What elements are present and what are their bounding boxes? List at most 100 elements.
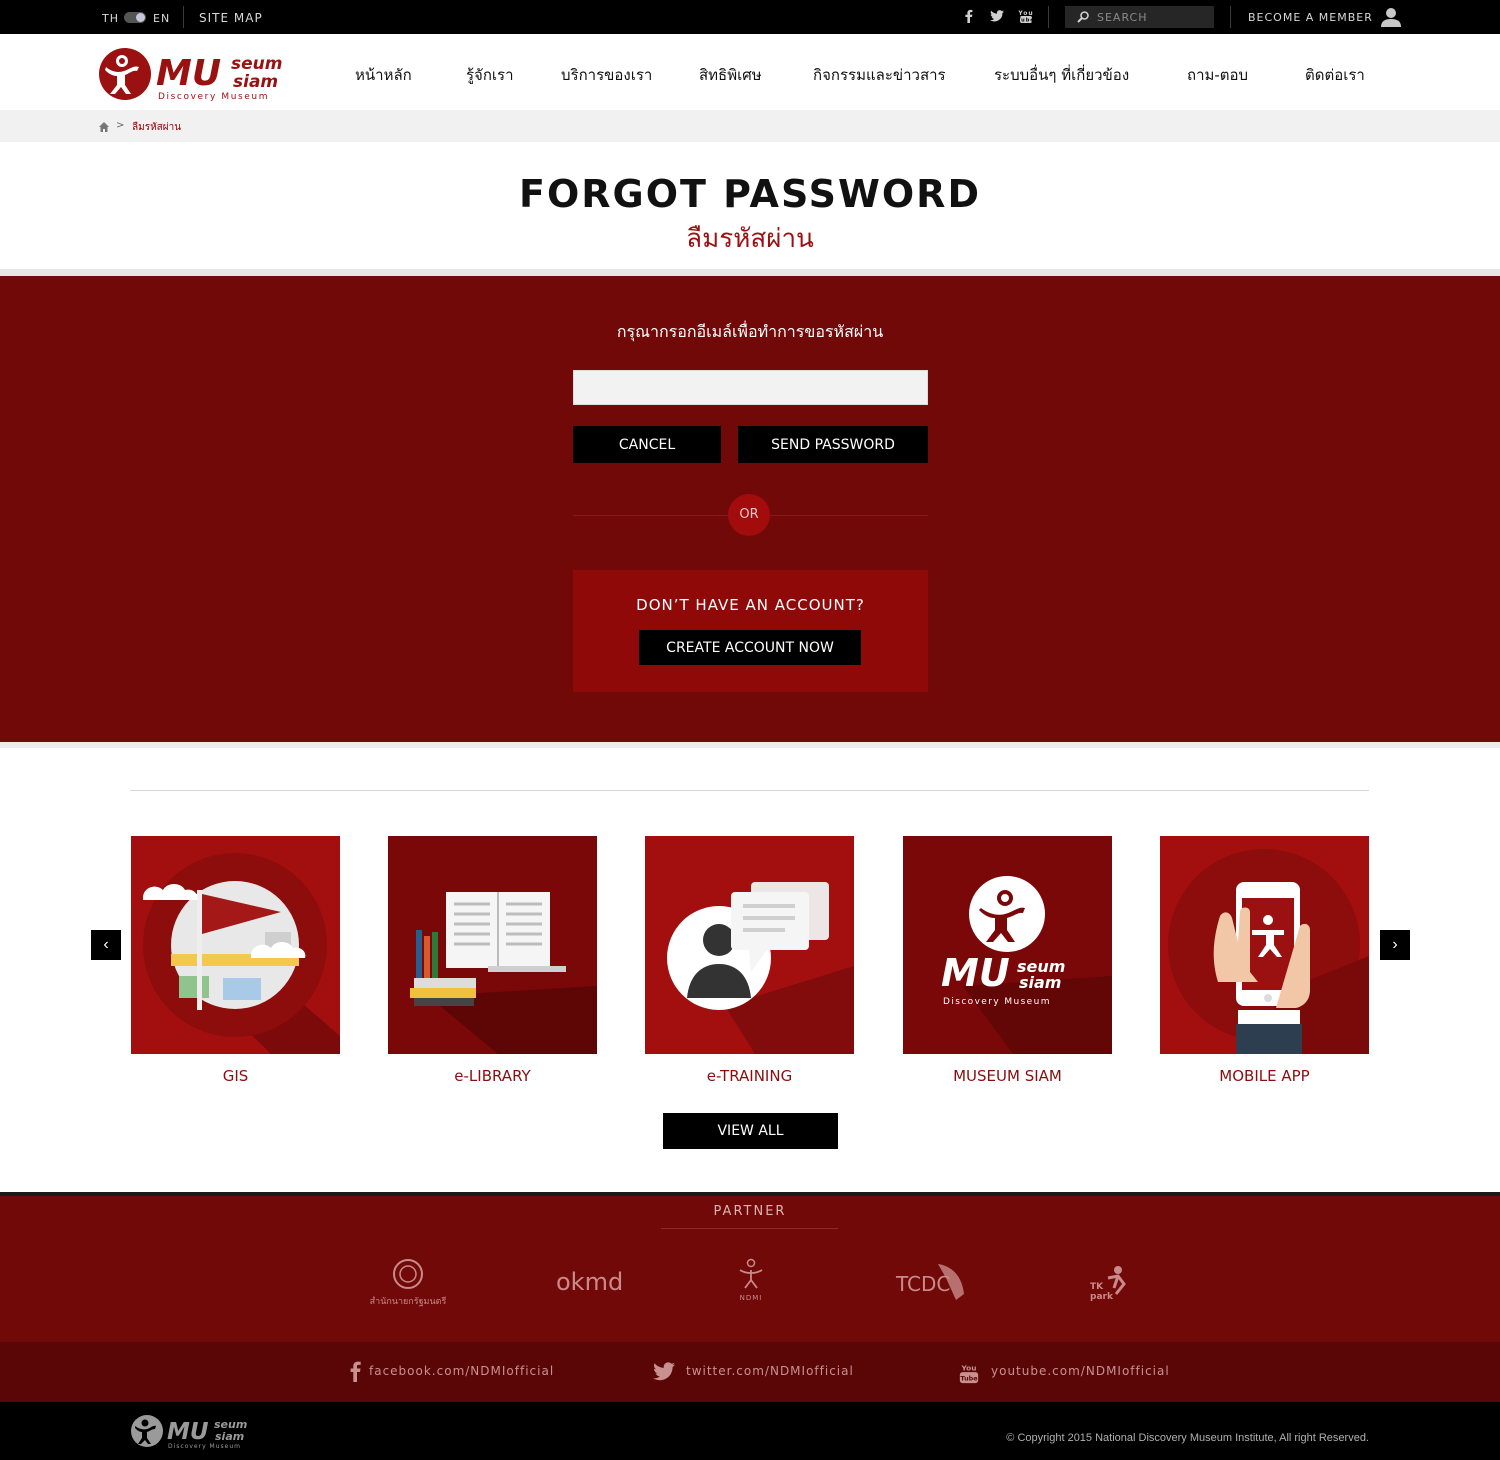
nav-home[interactable]: หน้าหลัก: [355, 63, 412, 87]
nav-about[interactable]: รู้จักเรา: [466, 63, 514, 87]
facebook-icon[interactable]: [961, 8, 977, 24]
copyright-label: Copyright 2015 National Discovery Museum…: [1017, 1432, 1369, 1444]
partner-logo-text: TK park: [1090, 1282, 1113, 1302]
search-icon: [1077, 11, 1089, 23]
divider: [661, 1228, 838, 1229]
nav-privileges[interactable]: สิทธิพิเศษ: [699, 63, 762, 87]
facebook-link[interactable]: facebook.com/NDMIofficial: [369, 1364, 554, 1378]
create-account-button[interactable]: CREATE ACCOUNT NOW: [639, 630, 861, 665]
no-account-text: DON’T HAVE AN ACCOUNT?: [636, 596, 865, 614]
svg-text:Discovery Museum: Discovery Museum: [943, 997, 1051, 1007]
site-map-link[interactable]: SITE MAP: [199, 11, 263, 25]
copyright-text: © Copyright 2015 National Discovery Muse…: [1006, 1432, 1369, 1444]
svg-text:Tube: Tube: [960, 1374, 978, 1382]
books-icon: [388, 836, 597, 1054]
nav-services[interactable]: บริการของเรา: [561, 63, 652, 87]
divider: [0, 742, 1500, 748]
svg-text:Tube: Tube: [1018, 18, 1034, 24]
breadcrumb: > ลืมรหัสผ่าน: [0, 110, 1500, 142]
partner-title: PARTNER: [713, 1204, 787, 1219]
svg-text:Discovery Museum: Discovery Museum: [168, 1443, 241, 1450]
send-password-button[interactable]: SEND PASSWORD: [738, 426, 928, 463]
twitter-link[interactable]: twitter.com/NDMIofficial: [686, 1364, 854, 1378]
youtube-icon[interactable]: You Tube: [958, 1362, 980, 1384]
language-th[interactable]: TH: [102, 12, 119, 25]
museum-siam-logo[interactable]: MU seum siam Discovery Museum: [130, 1412, 255, 1450]
chat-person-icon: [645, 836, 854, 1054]
twitter-icon[interactable]: [652, 1360, 676, 1382]
svg-text:seum: seum: [231, 54, 282, 74]
or-badge: OR: [728, 494, 770, 536]
partner-logo-text: สำนักนายกรัฐมนตรี: [369, 1297, 447, 1307]
tcdc-logo[interactable]: TCDC: [896, 1260, 972, 1304]
email-field[interactable]: [573, 370, 928, 405]
svg-text:Discovery Museum: Discovery Museum: [158, 92, 269, 102]
copyright-icon: ©: [1006, 1432, 1018, 1444]
divider: [130, 790, 1369, 791]
ndmi-logo[interactable]: NDMI: [734, 1258, 768, 1308]
footer: MU seum siam Discovery Museum © Copyrigh…: [0, 1402, 1500, 1460]
svg-text:MU: MU: [941, 951, 1010, 995]
breadcrumb-current: ลืมรหัสผ่าน: [132, 122, 182, 133]
divider: [0, 269, 1500, 276]
user-icon[interactable]: [1381, 7, 1401, 27]
tk-park-logo[interactable]: TK park: [1088, 1264, 1132, 1308]
twitter-icon[interactable]: [989, 8, 1005, 24]
svg-text:siam: siam: [233, 72, 278, 92]
system-card-gis[interactable]: [131, 836, 340, 1054]
svg-text:siam: siam: [1019, 973, 1061, 992]
nav-related-systems[interactable]: ระบบอื่นๆ ที่เกี่ยวข้อง: [994, 63, 1129, 87]
toggle-knob: [136, 13, 145, 22]
view-all-button[interactable]: VIEW ALL: [663, 1113, 838, 1149]
email-instruction: กรุณากรอกอีเมล์เพื่อทำการขอรหัสผ่าน: [616, 322, 884, 341]
system-label-etraining[interactable]: e-TRAINING: [645, 1067, 854, 1085]
system-card-elibrary[interactable]: [388, 836, 597, 1054]
system-label-mobile-app[interactable]: MOBILE APP: [1160, 1067, 1369, 1085]
carousel-prev-button[interactable]: ‹: [91, 930, 121, 960]
office-of-prime-minister-logo[interactable]: สำนักนายกรัฐมนตรี: [368, 1258, 448, 1308]
nav-activities-news[interactable]: กิจกรรมและข่าวสาร: [813, 63, 946, 87]
search-box[interactable]: [1065, 6, 1214, 28]
svg-text:You: You: [1018, 10, 1034, 17]
partner-section: PARTNER สำนักนายกรัฐมนตรี okmd NDMI TCDC…: [0, 1196, 1500, 1342]
partner-logo-text: TCDC: [896, 1272, 951, 1296]
become-member-link[interactable]: BECOME A MEMBER: [1248, 11, 1373, 24]
facebook-icon[interactable]: [346, 1360, 366, 1382]
youtube-link[interactable]: youtube.com/NDMIofficial: [991, 1364, 1170, 1378]
page-title: FORGOT PASSWORD: [519, 172, 981, 216]
youtube-icon[interactable]: YouTube: [1018, 8, 1034, 24]
system-label-museum-siam[interactable]: MUSEUM SIAM: [903, 1067, 1112, 1085]
system-label-elibrary[interactable]: e-LIBRARY: [388, 1067, 597, 1085]
svg-text:siam: siam: [215, 1430, 244, 1443]
forgot-password-form: กรุณากรอกอีเมล์เพื่อทำการขอรหัสผ่าน CANC…: [0, 276, 1500, 742]
map-flag-icon: [131, 836, 340, 1054]
partner-logo-text: NDMI: [739, 1294, 763, 1302]
search-input[interactable]: [1097, 9, 1207, 25]
social-footer: facebook.com/NDMIofficial twitter.com/ND…: [0, 1342, 1500, 1402]
system-card-mobile-app[interactable]: [1160, 836, 1369, 1054]
nav-contact[interactable]: ติดต่อเรา: [1305, 63, 1365, 87]
phone-hand-icon: [1160, 836, 1369, 1054]
museum-siam-logo[interactable]: MU seum siam Discovery Museum: [98, 45, 298, 103]
language-toggle[interactable]: [124, 12, 146, 23]
divider: [183, 6, 184, 28]
divider: [1048, 6, 1049, 28]
language-en[interactable]: EN: [153, 12, 170, 25]
museum-siam-logo: MU seum siam Discovery Museum: [903, 836, 1112, 1054]
top-bar: TH EN SITE MAP YouTube BECOME A MEMBER: [0, 0, 1500, 34]
page-subtitle: ลืมรหัสผ่าน: [686, 224, 814, 254]
okmd-logo[interactable]: okmd: [556, 1268, 623, 1296]
create-account-box: DON’T HAVE AN ACCOUNT? CREATE ACCOUNT NO…: [573, 570, 928, 692]
breadcrumb-separator: >: [116, 120, 125, 131]
svg-text:You: You: [961, 1363, 977, 1372]
home-icon[interactable]: [99, 122, 109, 132]
svg-text:MU: MU: [167, 1419, 209, 1445]
system-card-museum-siam[interactable]: MU seum siam Discovery Museum: [903, 836, 1112, 1054]
system-card-etraining[interactable]: [645, 836, 854, 1054]
carousel-next-button[interactable]: ›: [1380, 930, 1410, 960]
system-label-gis[interactable]: GIS: [131, 1067, 340, 1085]
nav-faq[interactable]: ถาม-ตอบ: [1187, 63, 1248, 87]
divider: [1230, 6, 1231, 28]
svg-text:MU: MU: [156, 53, 221, 94]
cancel-button[interactable]: CANCEL: [573, 426, 721, 463]
